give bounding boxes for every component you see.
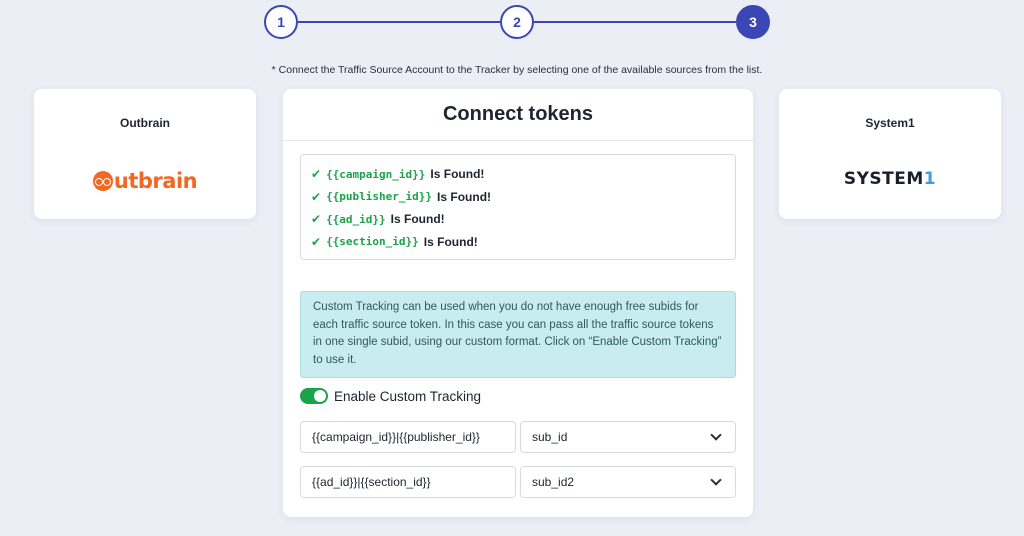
connect-tokens-panel: Connect tokens ✔ {{campaign_id}} Is Foun… [283, 89, 753, 517]
panel-title: Connect tokens [283, 89, 753, 141]
source-name: System1 [865, 116, 915, 130]
token-status: Is Found! [423, 234, 478, 249]
custom-format-input-1[interactable]: {{campaign_id}}|{{publisher_id}} [300, 421, 516, 453]
subid-select-value: sub_id [532, 430, 568, 444]
custom-tracking-info: Custom Tracking can be used when you do … [300, 291, 736, 378]
stepper: 1 2 3 [264, 4, 772, 40]
token-status: Is Found! [390, 212, 445, 227]
custom-format-input-2[interactable]: {{ad_id}}|{{section_id}} [300, 466, 516, 498]
step-connector-1 [298, 21, 500, 23]
source-card-system1[interactable]: System1 SYSTEM1 [779, 89, 1001, 219]
token-status: Is Found! [437, 189, 492, 204]
subid-select-2[interactable]: sub_id2 [520, 466, 736, 498]
outbrain-logo-text: utbrain [113, 169, 198, 193]
token-status: Is Found! [430, 167, 485, 182]
custom-tracking-toggle-row: Enable Custom Tracking [300, 388, 481, 404]
outbrain-mark-icon [92, 171, 113, 191]
subid-select-1[interactable]: sub_id [520, 421, 736, 453]
tokens-list: ✔ {{campaign_id}} Is Found! ✔ {{publishe… [300, 154, 736, 260]
system1-logo-text: SYSTEM [843, 169, 924, 189]
check-icon: ✔ [311, 167, 322, 182]
token-row: ✔ {{campaign_id}} Is Found! [311, 163, 725, 186]
check-icon: ✔ [311, 234, 322, 249]
source-card-outbrain[interactable]: Outbrain utbrain [34, 89, 256, 219]
token-row: ✔ {{publisher_id}} Is Found! [311, 186, 725, 209]
custom-tracking-toggle[interactable] [300, 388, 328, 404]
token-name: {{campaign_id}} [326, 167, 426, 181]
chevron-down-icon [710, 429, 722, 441]
token-name: {{ad_id}} [326, 212, 386, 226]
toggle-label: Enable Custom Tracking [334, 388, 482, 404]
step-connector-2 [534, 21, 736, 23]
outbrain-logo: utbrain [34, 169, 256, 196]
step-1[interactable]: 1 [264, 5, 298, 39]
system1-logo: SYSTEM1 [779, 169, 1001, 189]
subid-select-value: sub_id2 [532, 475, 575, 489]
token-name: {{section_id}} [326, 235, 419, 249]
system1-logo-accent: 1 [923, 169, 937, 189]
chevron-down-icon [710, 474, 722, 486]
source-name: Outbrain [120, 116, 170, 130]
step-2[interactable]: 2 [500, 5, 534, 39]
token-name: {{publisher_id}} [326, 190, 433, 204]
instruction-text: * Connect the Traffic Source Account to … [271, 64, 763, 76]
token-row: ✔ {{ad_id}} Is Found! [311, 208, 725, 231]
token-row: ✔ {{section_id}} Is Found! [311, 231, 725, 254]
check-icon: ✔ [311, 189, 322, 204]
check-icon: ✔ [311, 212, 322, 227]
step-3[interactable]: 3 [736, 5, 770, 39]
